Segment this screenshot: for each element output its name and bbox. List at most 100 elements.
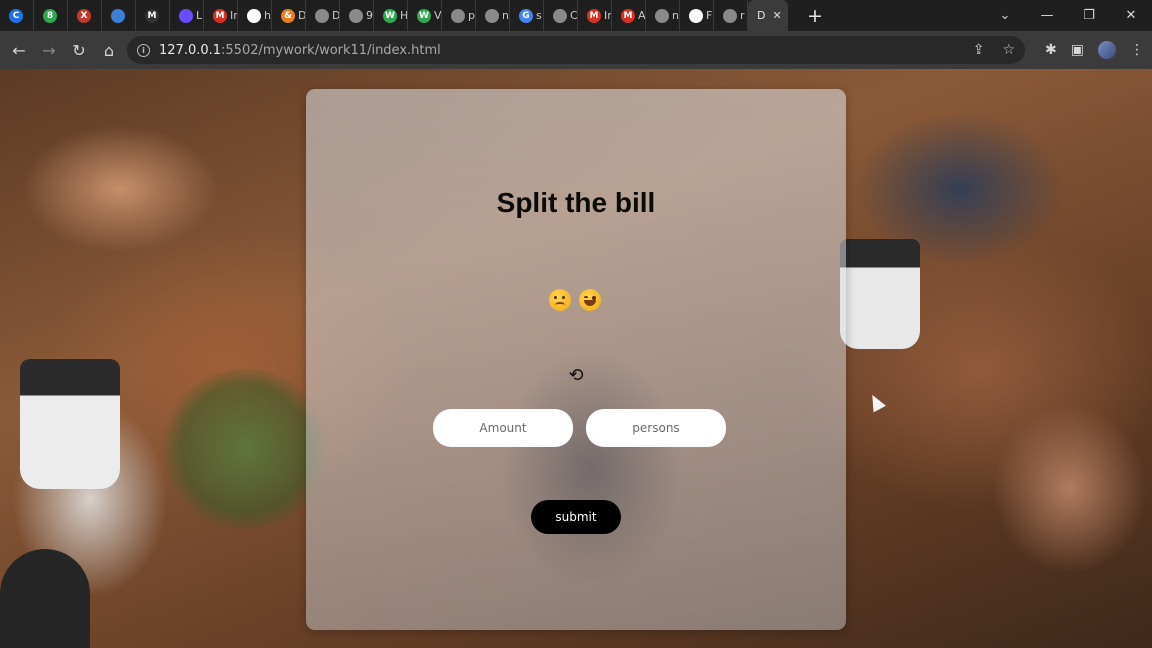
tab-19[interactable]: n [646,0,680,31]
omnibox-actions: ⇪ ☆ [973,36,1015,64]
tab-16[interactable]: C [544,0,578,31]
extensions-icon[interactable]: ✱ [1045,42,1057,58]
tab-label: s [536,9,542,22]
reset-icon[interactable]: ⟲ [565,365,587,387]
tab-label: p [468,9,475,22]
submit-button[interactable]: submit [531,500,621,534]
tab-label: Ir [230,9,238,22]
share-icon[interactable]: ⇪ [973,42,985,58]
tab-12[interactable]: WV [408,0,442,31]
tab-strip: C 8 X M L M Ir h & D D 9 W H W Vp n Gs C M Ir M An Fr D ✕ + ⌄ —… [0,0,1152,31]
side-panel-icon[interactable]: ▣ [1071,42,1084,58]
mouse-cursor-icon [866,391,886,413]
tab-favicon-icon: 8 [43,8,57,23]
tab-label: H [400,9,408,22]
tab-favicon-icon [247,8,261,23]
tab-favicon-icon [451,8,465,23]
tab-favicon-icon [349,8,363,23]
tab-active-label: D [757,9,766,22]
toolbar-actions: ✱ ▣ ⋮ [1045,31,1144,69]
info-icon[interactable]: i [137,43,150,57]
bookmark-star-icon[interactable]: ☆ [1002,42,1015,58]
reload-icon[interactable]: ↻ [64,41,94,60]
tab-label: A [638,9,646,22]
restore-icon[interactable]: ❐ [1068,8,1110,23]
close-icon[interactable]: ✕ [772,9,781,22]
background-cup-lid [0,549,90,648]
tab-favicon-icon: M [145,8,159,23]
window-controls: ⌄ — ❐ ✕ [984,0,1152,31]
tab-6[interactable]: M Ir [204,0,238,31]
tab-favicon-icon [553,8,567,23]
tab-favicon-icon: X [77,8,91,23]
grinning-sweat-face-icon [579,289,601,311]
forward-arrow-icon[interactable]: → [34,41,64,60]
url-path: :5502/mywork/work11/index.html [221,42,441,58]
address-bar[interactable]: i 127.0.0.1:5502/mywork/work11/index.htm… [127,36,1025,64]
profile-avatar[interactable] [1098,41,1116,59]
tab-label: L [196,9,203,22]
tab-favicon-icon: M [213,8,227,23]
tab-15[interactable]: Gs [510,0,544,31]
tab-favicon-icon [111,8,125,23]
pleading-face-icon [549,289,571,311]
emoji-row [549,289,601,311]
tab-label: n [502,9,509,22]
tab-label: r [740,9,745,22]
background-plant [160,369,330,529]
tab-label: Ir [604,9,612,22]
amount-input[interactable] [433,409,573,447]
tab-21[interactable]: r [714,0,748,31]
background-cup-right [840,239,920,349]
tab-favicon-icon [485,8,499,23]
tab-13[interactable]: p [442,0,476,31]
tab-4[interactable]: M [136,0,170,31]
tab-5[interactable]: L [170,0,204,31]
tab-favicon-icon: G [519,8,533,23]
tab-label: C [570,9,578,22]
tab-favicon-icon: & [281,8,295,23]
minimize-icon[interactable]: — [1026,8,1068,23]
tab-14[interactable]: n [476,0,510,31]
tab-11[interactable]: WH [374,0,408,31]
url-text[interactable]: 127.0.0.1:5502/mywork/work11/index.html [159,43,441,58]
back-arrow-icon[interactable]: ← [4,41,34,60]
tab-label: D [332,9,340,22]
tab-18[interactable]: MA [612,0,646,31]
tab-1[interactable]: 8 [34,0,68,31]
close-window-icon[interactable]: ✕ [1110,8,1152,23]
tab-9[interactable]: D [306,0,340,31]
tab-favicon-icon [179,8,193,23]
more-menu-icon[interactable]: ⋮ [1130,42,1144,58]
tab-label: 9 [366,9,373,22]
tab-label: n [672,9,679,22]
tab-17[interactable]: M Ir [578,0,612,31]
tab-20[interactable]: F [680,0,714,31]
tab-active[interactable]: D ✕ [748,0,788,31]
split-bill-card: Split the bill ⟲ submit [306,89,846,630]
tab-favicon-icon [315,8,329,23]
tab-3[interactable] [102,0,136,31]
tab-8[interactable]: & D [272,0,306,31]
tab-search-icon[interactable]: ⌄ [984,8,1026,23]
input-row [433,409,726,447]
tab-favicon-icon [689,8,703,23]
tab-favicon-icon: W [417,8,431,23]
page-title: Split the bill [496,187,656,218]
home-icon[interactable]: ⌂ [94,41,124,60]
tab-label: F [706,9,713,22]
tab-label: h [264,9,271,22]
tab-7[interactable]: h [238,0,272,31]
tab-10[interactable]: 9 [340,0,374,31]
tab-favicon-icon [723,8,737,23]
background-cup [20,359,120,489]
new-tab-button[interactable]: + [800,5,830,27]
tab-favicon-icon: C [9,8,23,23]
persons-input[interactable] [586,409,726,447]
tab-2[interactable]: X [68,0,102,31]
tab-label: D [298,9,306,22]
tab-favicon-icon [655,8,669,23]
tab-favicon-icon: W [383,8,397,23]
browser-toolbar: ← → ↻ ⌂ i 127.0.0.1:5502/mywork/work11/i… [0,31,1152,69]
tab-0[interactable]: C [0,0,34,31]
